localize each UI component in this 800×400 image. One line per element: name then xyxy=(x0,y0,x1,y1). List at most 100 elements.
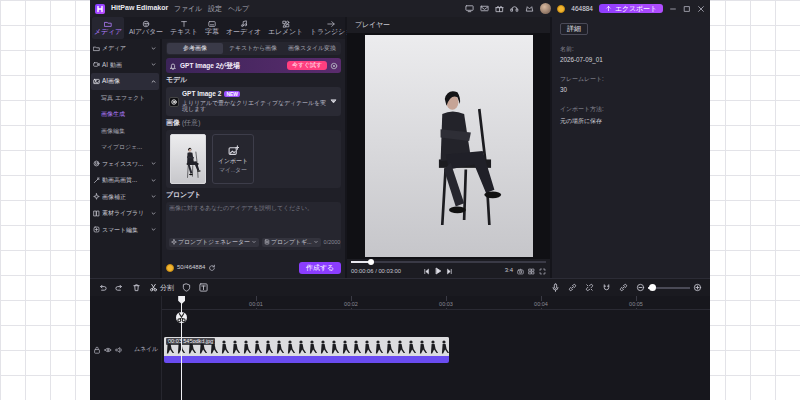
upload-icon xyxy=(605,5,612,12)
undo-icon[interactable] xyxy=(98,283,107,292)
caret-down-icon[interactable] xyxy=(150,193,157,200)
sidebar-item[interactable]: 画像補正 xyxy=(91,189,159,206)
sidebar-subitem[interactable]: 画像編集 xyxy=(91,123,159,140)
sidebar-subitem[interactable]: マイプロジェ... xyxy=(91,139,159,156)
split-button[interactable]: 分割 xyxy=(149,283,174,292)
caret-down-icon[interactable] xyxy=(150,45,157,52)
caret-down-icon[interactable] xyxy=(150,160,157,167)
coin-icon xyxy=(557,5,565,13)
minimize-icon[interactable] xyxy=(669,5,677,13)
folder-icon xyxy=(104,20,112,28)
caret-down-icon[interactable] xyxy=(150,177,157,184)
crown-icon[interactable] xyxy=(525,4,534,13)
playback-knob[interactable] xyxy=(368,259,374,265)
coin-icon xyxy=(166,264,174,272)
close-circle-icon[interactable] xyxy=(330,62,338,70)
scissors-icon[interactable] xyxy=(176,312,187,323)
mode-tab[interactable]: 画像スタイル変換 xyxy=(284,43,340,54)
playhead-handle[interactable] xyxy=(178,296,185,304)
close-icon[interactable] xyxy=(697,5,705,13)
try-button[interactable]: 今すぐ試す xyxy=(287,61,327,70)
sidebar-item[interactable]: メディア xyxy=(91,40,159,57)
video-clip[interactable]: 00:03 545odkd.jpg xyxy=(164,337,449,363)
eye-icon[interactable] xyxy=(104,346,112,354)
snapshot-icon[interactable] xyxy=(517,268,524,275)
reference-thumbnail[interactable] xyxy=(170,134,206,184)
zoom-in-icon[interactable] xyxy=(693,283,702,292)
prompt-box: プロンプトジェネレータープロンプトギ...0/2000 xyxy=(166,202,341,250)
avatar[interactable] xyxy=(540,3,551,14)
mode-tab[interactable]: 参考画像 xyxy=(167,43,223,54)
menu-item[interactable]: 設定 xyxy=(208,5,222,13)
link-icon[interactable] xyxy=(619,283,628,292)
prompt-tool[interactable]: プロンプトギ... xyxy=(262,238,321,247)
sidebar-item[interactable]: フェイススワ... xyxy=(91,156,159,173)
sidebar-item[interactable]: スマート編集 xyxy=(91,222,159,239)
playback-track[interactable] xyxy=(351,261,546,263)
time-ruler: 00:0100:0200:0300:0400:05 xyxy=(162,296,710,310)
speaker-icon[interactable] xyxy=(115,346,123,354)
lock-icon[interactable] xyxy=(93,346,101,354)
app-name: HitPaw Edimakor xyxy=(111,4,168,12)
grid-icon[interactable] xyxy=(528,268,535,275)
gift-icon[interactable] xyxy=(495,4,504,13)
toolbar-tab[interactable]: エレメント xyxy=(266,17,305,39)
sidebar-item[interactable]: 素材ライブラリ xyxy=(91,205,159,222)
sidebar-subitem[interactable]: 画像生成 xyxy=(91,106,159,123)
unlink-icon[interactable] xyxy=(585,283,594,292)
next-icon[interactable] xyxy=(446,267,453,275)
previous-icon[interactable] xyxy=(423,267,430,275)
track-header: ムネイル xyxy=(90,337,161,363)
refresh-icon[interactable] xyxy=(208,264,216,272)
shield-icon[interactable] xyxy=(182,283,191,292)
sparkle-icon xyxy=(93,193,100,200)
timeline-canvas: 00:0100:0200:0300:0400:05 00:03 545odkd.j… xyxy=(162,296,710,400)
trash-icon[interactable] xyxy=(132,283,141,292)
caret-up-icon[interactable] xyxy=(150,78,157,85)
sidebar-item[interactable]: AI画像 xyxy=(91,73,159,90)
video-frame xyxy=(365,35,533,257)
model-dropdown[interactable]: GPT Image 2NEWよりリアルで豊かなクリエイティブなディテールを実現し… xyxy=(166,87,341,116)
maximize-icon[interactable] xyxy=(683,5,691,13)
video-icon xyxy=(93,61,100,68)
sidebar-item[interactable]: AI 動画 xyxy=(91,57,159,74)
sidebar-subitem[interactable]: 写真 エフェクト xyxy=(91,90,159,107)
link-icon[interactable] xyxy=(568,283,577,292)
prompt-input[interactable] xyxy=(169,205,338,238)
zoom-out-icon[interactable] xyxy=(636,283,645,292)
generator-icon xyxy=(171,239,177,245)
create-button[interactable]: 作成する xyxy=(299,262,341,274)
mail-icon[interactable] xyxy=(480,4,489,13)
play-icon[interactable] xyxy=(434,267,442,275)
smart-icon xyxy=(93,226,100,233)
prompt-tool[interactable]: プロンプトジェネレーター xyxy=(169,238,259,247)
menu-item[interactable]: ファイル xyxy=(174,5,202,13)
library-icon xyxy=(93,210,100,217)
redo-icon[interactable] xyxy=(115,283,124,292)
mic-icon[interactable] xyxy=(551,283,560,292)
headset-icon[interactable] xyxy=(510,4,519,13)
details-tab[interactable]: 詳細 xyxy=(560,23,588,35)
mode-tab[interactable]: テキストから画像 xyxy=(225,43,281,54)
fullscreen-icon[interactable] xyxy=(539,268,546,275)
toolbar-tab[interactable]: オーディオ xyxy=(224,17,263,39)
caret-down-icon[interactable] xyxy=(150,226,157,233)
toolbar-tab[interactable]: AIアバター xyxy=(127,17,165,39)
caret-down-icon[interactable] xyxy=(150,61,157,68)
export-button[interactable]: エクスポート xyxy=(599,4,663,14)
toolbar-tab[interactable]: 字幕 xyxy=(203,17,221,39)
menu-item[interactable]: ヘルプ xyxy=(228,5,249,13)
toolbar-tab[interactable]: メディア xyxy=(92,17,124,39)
zoom-track[interactable] xyxy=(648,287,690,289)
aspect-ratio[interactable]: 3:4 xyxy=(505,267,513,274)
import-button[interactable]: インポートマイ...ター xyxy=(212,134,254,184)
magnet-icon[interactable] xyxy=(602,283,611,292)
text-box-icon[interactable] xyxy=(199,283,208,292)
sidebar-item[interactable]: 動画高画質... xyxy=(91,172,159,189)
playhead[interactable] xyxy=(181,296,182,400)
caret-down-icon[interactable] xyxy=(150,210,157,217)
text-icon xyxy=(180,20,188,28)
toolbar-tab[interactable]: テキスト xyxy=(168,17,200,39)
zoom-knob[interactable] xyxy=(649,284,656,291)
monitor-icon[interactable] xyxy=(465,4,474,13)
